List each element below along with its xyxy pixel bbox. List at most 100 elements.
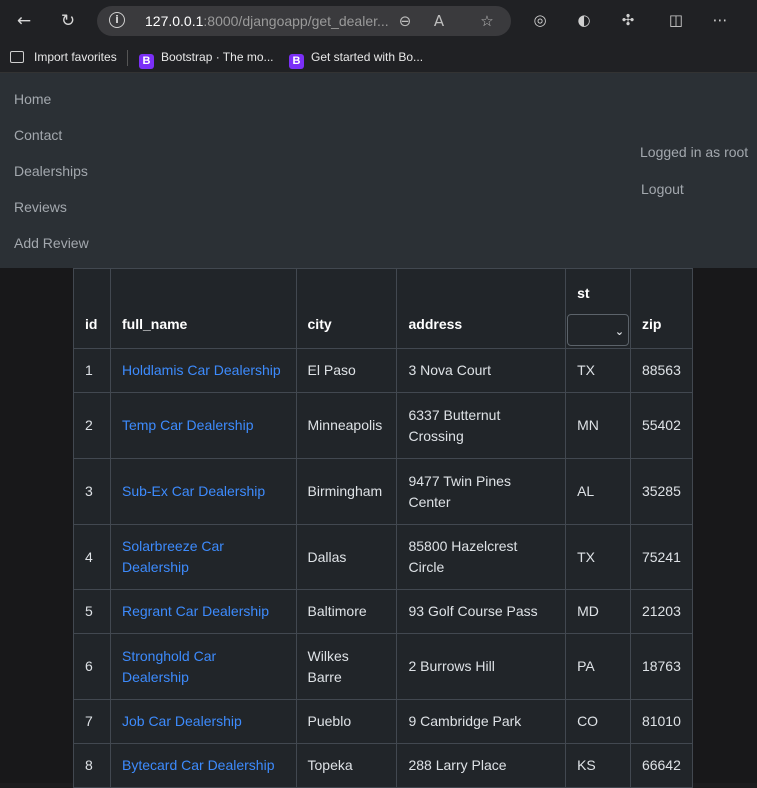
cell-full-name: Sub-Ex Car Dealership [109,458,297,525]
dealer-link[interactable]: Holdlamis Car Dealership [122,362,281,378]
cell-id: 5 [73,589,111,634]
split-screen-icon[interactable]: ◫ [665,9,687,31]
cell-zip: 75241 [629,524,694,590]
read-aloud-icon[interactable]: A [429,11,449,31]
user-status: Logged in as root [640,144,749,160]
dealer-link[interactable]: Sub-Ex Car Dealership [122,483,265,499]
site-navbar: Home Contact Dealerships Reviews Add Rev… [0,73,757,268]
cell-address: 2 Burrows Hill [396,633,567,700]
cell-id: 1 [73,348,111,393]
site-info-icon[interactable]: i [109,12,125,28]
table-row: 4 Solarbreeze Car Dealership Dallas 8580… [73,524,694,590]
favorite-import[interactable]: Import favorites [10,48,117,66]
zoom-out-icon[interactable]: ⊖ [395,11,415,31]
cell-city: Wilkes Barre [295,633,398,700]
url-host: 127.0.0.1 [145,13,204,29]
nav-reviews[interactable]: Reviews [14,199,67,215]
table-row: 7 Job Car Dealership Pueblo 9 Cambridge … [73,699,694,744]
address-bar[interactable]: i 127.0.0.1:8000/djangoapp/get_dealer...… [97,6,511,36]
table-row: 2 Temp Car Dealership Minneapolis 6337 B… [73,392,694,459]
url-text[interactable]: 127.0.0.1:8000/djangoapp/get_dealer... [145,13,389,29]
dealer-link[interactable]: Temp Car Dealership [122,417,254,433]
logout-link[interactable]: Logout [641,181,684,197]
cell-full-name: Job Car Dealership [109,699,297,744]
cell-id: 8 [73,743,111,788]
cell-st: TX [565,348,631,393]
cell-st: PA [565,633,631,700]
cell-full-name: Temp Car Dealership [109,392,297,459]
page-content: Home Contact Dealerships Reviews Add Rev… [0,73,757,788]
cell-zip: 66642 [629,743,694,788]
header-id: id [73,268,111,349]
cell-zip: 55402 [629,392,694,459]
favorite-label: Bootstrap · The mo... [161,50,274,64]
table-row: 5 Regrant Car Dealership Baltimore 93 Go… [73,589,694,634]
cell-id: 7 [73,699,111,744]
back-arrow-icon[interactable]: ← [9,7,39,35]
table-header-row: id full_name city address st ⌄ zip [73,268,694,349]
table-row: 6 Stronghold Car Dealership Wilkes Barre… [73,633,694,700]
cell-st: MD [565,589,631,634]
extensions-puzzle-icon[interactable]: ✣ [617,9,639,31]
cell-city: Baltimore [295,589,398,634]
dealer-link[interactable]: Stronghold Car Dealership [122,648,216,685]
browser-toolbar: ← ↻ i 127.0.0.1:8000/djangoapp/get_deale… [0,0,757,42]
cell-city: Topeka [295,743,398,788]
nav-contact[interactable]: Contact [14,127,62,143]
cell-st: TX [565,524,631,590]
header-st-label: st [577,285,590,301]
more-menu-icon[interactable]: ⋯ [709,9,731,31]
cell-zip: 81010 [629,699,694,744]
cell-city: Birmingham [295,458,398,525]
cell-city: Minneapolis [295,392,398,459]
cell-address: 6337 Butternut Crossing [396,392,567,459]
chevron-down-icon: ⌄ [614,325,625,338]
favorite-get-started[interactable]: B Get started with Bo... [289,48,424,69]
cell-id: 6 [73,633,111,700]
import-favorites-icon [10,51,24,63]
cell-address: 93 Golf Course Pass [396,589,567,634]
bootstrap-icon: B [139,54,154,69]
table-row: 1 Holdlamis Car Dealership El Paso 3 Nov… [73,348,694,393]
cell-full-name: Solarbreeze Car Dealership [109,524,297,590]
cell-zip: 88563 [629,348,694,393]
cell-zip: 35285 [629,458,694,525]
header-zip: zip [629,268,694,349]
nav-home[interactable]: Home [14,91,51,107]
cell-st: CO [565,699,631,744]
bootstrap-icon: B [289,54,304,69]
header-full-name: full_name [109,268,297,349]
dealer-link[interactable]: Solarbreeze Car Dealership [122,538,224,575]
extension-glasses-icon[interactable]: ◎ [529,9,551,31]
favorite-bootstrap[interactable]: B Bootstrap · The mo... [139,48,274,69]
favorite-label: Get started with Bo... [311,50,424,64]
cell-full-name: Stronghold Car Dealership [109,633,297,700]
cell-st: KS [565,743,631,788]
cell-address: 9477 Twin Pines Center [396,458,567,525]
dealer-link[interactable]: Job Car Dealership [122,713,242,729]
nav-add-review[interactable]: Add Review [14,235,89,251]
cell-id: 4 [73,524,111,590]
dealer-link[interactable]: Regrant Car Dealership [122,603,269,619]
cell-address: 9 Cambridge Park [396,699,567,744]
cell-address: 288 Larry Place [396,743,567,788]
favorite-star-icon[interactable]: ☆ [477,11,497,31]
cell-full-name: Bytecard Car Dealership [109,743,297,788]
table-row: 3 Sub-Ex Car Dealership Birmingham 9477 … [73,458,694,525]
nav-dealerships[interactable]: Dealerships [14,163,88,179]
cell-full-name: Holdlamis Car Dealership [109,348,297,393]
url-path: :8000/djangoapp/get_dealer... [203,13,389,29]
header-address: address [396,268,567,349]
cell-address: 85800 Hazelcrest Circle [396,524,567,590]
favorite-label: Import favorites [34,50,117,64]
cell-full-name: Regrant Car Dealership [109,589,297,634]
cell-zip: 18763 [629,633,694,700]
extension-icon[interactable]: ◐ [573,9,595,31]
cell-city: Pueblo [295,699,398,744]
dealers-table: id full_name city address st ⌄ zip 1 Hol… [73,268,694,788]
dealer-link[interactable]: Bytecard Car Dealership [122,757,275,773]
header-st: st ⌄ [565,268,631,349]
state-filter-select[interactable]: ⌄ [567,314,630,346]
cell-city: El Paso [295,348,398,393]
refresh-icon[interactable]: ↻ [53,7,83,35]
